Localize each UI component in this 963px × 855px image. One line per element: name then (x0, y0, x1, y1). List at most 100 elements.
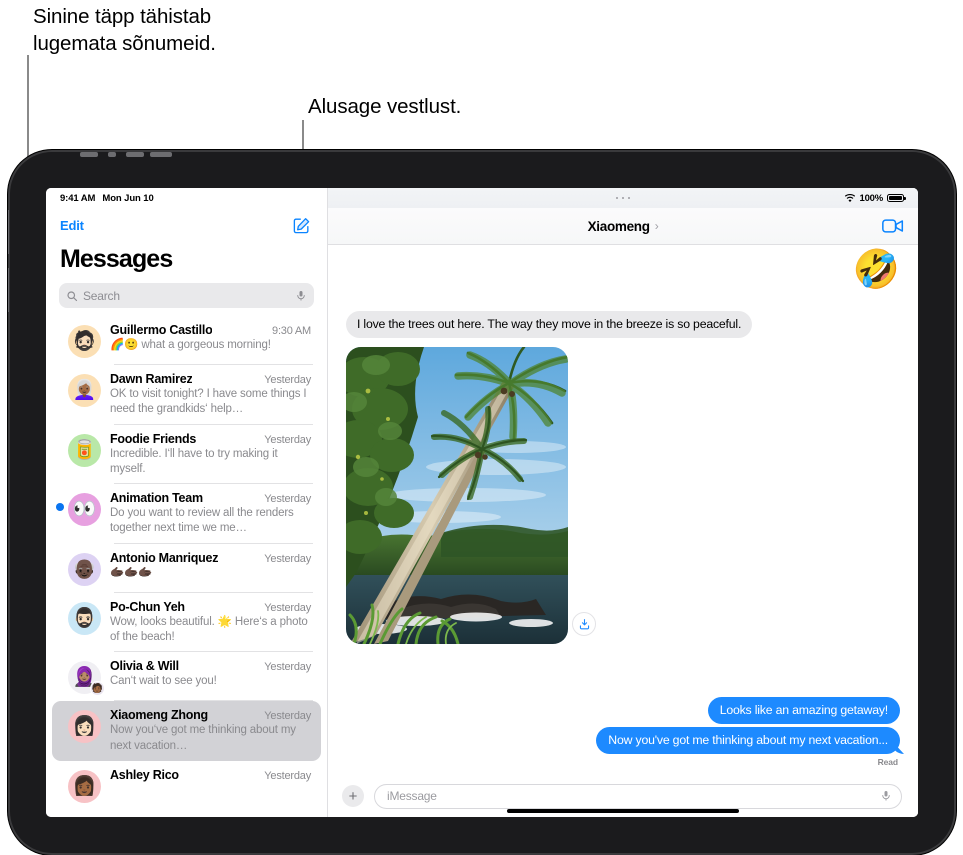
conversation-preview: Incredible. I‘ll have to try making it m… (110, 447, 278, 475)
avatar: 👩🏾‍🦳 (68, 374, 101, 407)
conversation-time: Yesterday (264, 493, 311, 506)
outgoing-messages-group: Looks like an amazing getaway! Now you'v… (596, 697, 900, 767)
conversation-name: Olivia & Will (110, 659, 179, 674)
conversation-time: Yesterday (264, 374, 311, 386)
ipad-screen: 9:41 AM Mon Jun 10 Edit Messages Search (46, 188, 918, 817)
multitask-grabber[interactable] (328, 196, 918, 200)
microphone-icon[interactable] (880, 790, 892, 802)
message-thread[interactable]: 🤣 I love the trees out here. The way the… (328, 245, 918, 775)
page-title: Messages (60, 245, 173, 273)
sidebar-status-bar: 9:41 AM Mon Jun 10 (46, 188, 327, 208)
conversation-preview: 🫱🏿🫱🏿🫱🏿 (110, 566, 153, 579)
conversation-preview: 🌈🙂 what a gorgeous morning! (110, 339, 271, 351)
conversation-time: Yesterday (264, 433, 311, 446)
list-item[interactable]: 🧔🏻‍♂️ Po-Chun Yeh Yesterday Wow, looks b… (52, 593, 321, 653)
avatar-group: 🧕🏽 🧑🏾 (68, 661, 105, 697)
search-icon (67, 290, 78, 301)
conversation-time: Yesterday (264, 769, 311, 782)
avatar-emoji: 🥫 (72, 439, 97, 461)
avatar-emoji: 👀 (72, 499, 97, 521)
avatar-emoji: 👴🏿 (72, 558, 97, 580)
conversation-time: 9:30 AM (272, 325, 311, 337)
avatar-emoji: 👩🏾‍🦳 (72, 380, 97, 401)
conversation-preview: Now you‘ve got me thinking about my next… (110, 724, 296, 752)
battery-full-icon (887, 193, 906, 203)
video-camera-icon[interactable] (882, 218, 904, 234)
sidebar-toolbar: Edit (46, 208, 327, 242)
list-item-selected[interactable]: 👩🏻 Xiaomeng Zhong Yesterday Now you‘ve g… (52, 701, 321, 761)
search-input[interactable]: Search (59, 283, 314, 308)
ipad-device: 9:41 AM Mon Jun 10 Edit Messages Search (8, 150, 956, 855)
compose-icon[interactable] (292, 216, 311, 235)
chevron-right-icon: › (654, 219, 659, 233)
conversation-pane: 100% Xiaomeng › 🤣 I love the trees out h… (328, 188, 918, 817)
message-bubble-outgoing[interactable]: Looks like an amazing getaway! (707, 697, 900, 724)
conversation-header: Xiaomeng › (328, 208, 918, 245)
conversation-name: Dawn Ramirez (110, 372, 193, 386)
search-placeholder: Search (83, 288, 120, 303)
message-bubble-incoming[interactable]: I love the trees out here. The way they … (346, 311, 753, 338)
avatar-secondary-emoji: 🧑🏾 (90, 681, 105, 697)
conversation-time: Yesterday (264, 552, 311, 565)
add-attachment-button[interactable]: + (342, 785, 364, 807)
conversation-title-button[interactable]: Xiaomeng › (588, 219, 659, 234)
conversation-title: Xiaomeng (587, 218, 650, 234)
ipad-volume-down-button[interactable] (8, 268, 9, 312)
ipad-top-button-2 (108, 152, 116, 157)
conversation-name: Animation Team (110, 491, 203, 506)
avatar: 🥫 (68, 433, 101, 467)
conversation-name: Xiaomeng Zhong (110, 708, 208, 723)
delivery-status-label: Read (877, 757, 898, 767)
conversation-preview: Do you want to review all the renders to… (110, 507, 294, 535)
avatar-emoji: 🧔🏻 (72, 331, 97, 352)
conversation-name: Antonio Manriquez (110, 550, 219, 565)
list-item[interactable]: 👀 Animation Team Yesterday Do you want t… (52, 484, 321, 544)
microphone-icon[interactable] (295, 290, 307, 302)
avatar-emoji: 🧔🏻‍♂️ (72, 607, 97, 629)
ipad-volume-up-button[interactable] (8, 210, 9, 254)
conversation-name: Guillermo Castillo (110, 323, 213, 337)
conversation-time: Yesterday (264, 601, 311, 614)
callout-compose-text: Alusage vestlust. (308, 95, 462, 118)
conversation-list[interactable]: 🧔🏻 Guillermo Castillo 9:30 AM 🌈🙂 what a … (46, 316, 327, 817)
avatar: 👩🏻 (68, 710, 101, 744)
conversation-time: Yesterday (264, 710, 311, 723)
conversation-preview: Wow, looks beautiful. 🌟 Here‘s a photo o… (110, 615, 308, 643)
message-photo-attachment[interactable] (346, 347, 568, 644)
ipad-top-button-3 (126, 152, 144, 157)
conversation-preview: OK to visit tonight? I have some things … (110, 388, 307, 416)
conversation-preview: Can‘t wait to see you! (110, 675, 217, 688)
share-download-icon[interactable] (572, 612, 596, 636)
list-item[interactable]: 🥫 Foodie Friends Yesterday Incredible. I… (52, 425, 321, 485)
home-indicator[interactable] (328, 809, 918, 813)
message-bubble-outgoing[interactable]: Now you've got me thinking about my next… (596, 727, 900, 754)
avatar: 👩🏾 (68, 769, 101, 803)
avatar: 🧔🏻‍♂️ (68, 601, 101, 635)
list-item[interactable]: 👴🏿 Antonio Manriquez Yesterday 🫱🏿🫱🏿🫱🏿 (52, 544, 321, 593)
edit-button[interactable]: Edit (60, 218, 84, 233)
ipad-top-button-1 (80, 152, 98, 157)
list-item[interactable]: 👩🏾‍🦳 Dawn Ramirez Yesterday OK to visit … (52, 365, 321, 425)
message-composer: + iMessage (328, 775, 918, 817)
conversation-status-bar: 100% (328, 188, 918, 208)
avatar-emoji: 👩🏻 (72, 716, 97, 738)
conversation-name: Foodie Friends (110, 431, 197, 446)
rofl-emoji-reaction: 🤣 (852, 249, 900, 291)
callout-unread-dot-text: Sinine täpp tähistab lugemata sõnumeid. (33, 5, 216, 56)
unread-indicator-dot (56, 503, 64, 512)
imessage-placeholder: iMessage (387, 789, 437, 803)
avatar: 👀 (68, 493, 101, 527)
imessage-input[interactable]: iMessage (374, 783, 902, 809)
messages-sidebar: 9:41 AM Mon Jun 10 Edit Messages Search (46, 188, 328, 817)
conversation-name: Po-Chun Yeh (110, 599, 185, 614)
list-item[interactable]: 👩🏾 Ashley Rico Yesterday (52, 761, 321, 810)
conversation-time: Yesterday (264, 661, 311, 674)
status-bar-time: 9:41 AM (60, 192, 96, 204)
status-bar-date: Mon Jun 10 (102, 192, 154, 204)
avatar-emoji: 👩🏾 (72, 775, 97, 797)
list-item[interactable]: 🧔🏻 Guillermo Castillo 9:30 AM 🌈🙂 what a … (52, 316, 321, 365)
ipad-top-button-4 (150, 152, 172, 157)
list-item[interactable]: 🧕🏽 🧑🏾 Olivia & Will Yesterday Can‘t wait… (52, 652, 321, 702)
beach-photo (346, 347, 568, 644)
conversation-name: Ashley Rico (110, 767, 179, 782)
